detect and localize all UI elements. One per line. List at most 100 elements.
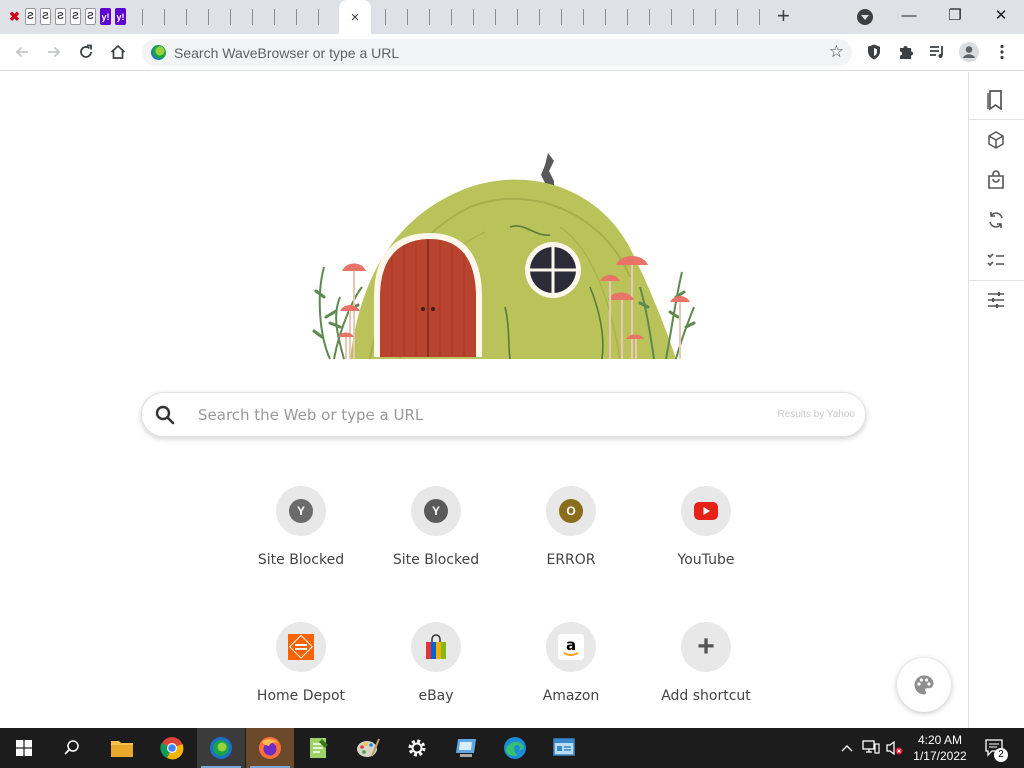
system-info-taskbar-button[interactable] xyxy=(540,728,588,768)
tab-separator xyxy=(517,9,518,25)
shortcut-tile[interactable]: Home Depot xyxy=(241,608,361,718)
web-search-input[interactable] xyxy=(198,404,758,426)
pinned-tab-favicon[interactable]: ✖ xyxy=(9,8,20,25)
wavebrowser-taskbar-button[interactable] xyxy=(197,728,245,768)
sync-icon[interactable] xyxy=(985,209,1007,231)
tab-separator xyxy=(407,9,408,25)
shortcut-icon-circle: a xyxy=(546,622,596,672)
pinned-tab-favicon[interactable]: Ƨ xyxy=(85,8,96,25)
shortcut-label: ERROR xyxy=(546,552,596,568)
tab-separator xyxy=(583,9,584,25)
side-panel-divider xyxy=(969,119,1024,120)
tab-search-icon[interactable] xyxy=(857,9,873,25)
clock[interactable]: 4:20 AM 1/17/2022 xyxy=(906,732,974,764)
show-hidden-icons-button[interactable] xyxy=(838,728,856,768)
close-window-button[interactable]: ✕ xyxy=(978,0,1024,30)
start-button[interactable] xyxy=(0,728,48,768)
pinned-tab-favicon[interactable]: y! xyxy=(100,8,111,25)
tab-separator xyxy=(605,9,606,25)
hobbit-house-illustration xyxy=(312,153,696,360)
add-shortcut-tile[interactable]: + Add shortcut xyxy=(646,608,766,718)
extensions-icon[interactable] xyxy=(893,39,919,65)
sliders-icon[interactable] xyxy=(985,289,1007,311)
restore-button[interactable]: ❐ xyxy=(932,0,978,30)
paint-palette-icon xyxy=(357,738,380,757)
back-icon[interactable] xyxy=(9,39,35,65)
wavebrowser-icon xyxy=(210,737,232,759)
chrome-taskbar-button[interactable] xyxy=(148,728,196,768)
shortcut-tile[interactable]: a Amazon xyxy=(511,608,631,718)
web-search-bar[interactable]: Results by Yahoo xyxy=(141,392,866,437)
package-icon[interactable] xyxy=(985,129,1007,151)
minimize-button[interactable]: — xyxy=(886,0,932,30)
control-panel-taskbar-button[interactable] xyxy=(442,728,490,768)
search-icon xyxy=(64,740,79,755)
file-explorer-taskbar-button[interactable] xyxy=(98,728,146,768)
address-bar-placeholder: Search WaveBrowser or type a URL xyxy=(174,45,400,61)
site-letter-icon: Y xyxy=(289,499,313,523)
profile-icon[interactable] xyxy=(956,39,982,65)
pinned-tab-favicon[interactable]: Ƨ xyxy=(55,8,66,25)
action-center-button[interactable]: 2 xyxy=(980,728,1010,768)
tab-separator xyxy=(759,9,760,25)
pinned-tab-favicon[interactable]: y! xyxy=(115,8,126,25)
window-info-icon xyxy=(553,738,575,756)
search-icon[interactable] xyxy=(154,404,176,426)
pinned-tab-favicon[interactable]: Ƨ xyxy=(25,8,36,25)
shield-icon[interactable] xyxy=(861,39,887,65)
side-panel xyxy=(968,72,1024,728)
shopping-bag-icon[interactable] xyxy=(985,169,1007,191)
volume-button[interactable] xyxy=(884,728,906,768)
shortcut-icon-circle: + xyxy=(681,622,731,672)
amazon-letter-icon: a xyxy=(566,636,576,654)
home-depot-icon xyxy=(288,634,314,660)
home-icon[interactable] xyxy=(105,39,131,65)
firefox-taskbar-button[interactable] xyxy=(246,728,294,768)
checklist-icon[interactable] xyxy=(985,249,1007,271)
chrome-icon xyxy=(160,737,184,760)
youtube-icon xyxy=(694,502,718,520)
shortcut-tile[interactable]: YouTube xyxy=(646,472,766,582)
shortcut-icon-circle xyxy=(276,622,326,672)
taskbar-search-button[interactable] xyxy=(48,728,96,768)
tab-separator xyxy=(164,9,165,25)
customize-button[interactable] xyxy=(897,658,951,712)
tab-separator xyxy=(495,9,496,25)
notification-count-badge: 2 xyxy=(994,748,1008,762)
active-tab[interactable]: × xyxy=(339,0,371,34)
tab-separator xyxy=(274,9,275,25)
shortcut-tile[interactable]: O ERROR xyxy=(511,472,631,582)
volume-muted-icon xyxy=(886,740,903,756)
pinned-tab-favicon[interactable]: Ƨ xyxy=(40,8,51,25)
reload-icon[interactable] xyxy=(73,39,99,65)
tab-separator xyxy=(627,9,628,25)
pinned-tab-favicon[interactable]: Ƨ xyxy=(70,8,81,25)
shortcut-label: eBay xyxy=(418,688,454,704)
notepad-taskbar-button[interactable] xyxy=(295,728,343,768)
close-tab-icon[interactable]: × xyxy=(351,9,360,26)
network-button[interactable] xyxy=(860,728,882,768)
forward-icon[interactable] xyxy=(41,39,67,65)
bookmark-star-icon[interactable]: ☆ xyxy=(829,42,844,62)
tab-separator xyxy=(737,9,738,25)
paint-taskbar-button[interactable] xyxy=(344,728,392,768)
shortcut-tile[interactable]: eBay xyxy=(376,608,496,718)
media-playlist-icon[interactable] xyxy=(924,39,950,65)
address-bar[interactable]: Search WaveBrowser or type a URL ☆ xyxy=(142,39,852,66)
chevron-up-icon xyxy=(841,745,853,752)
tab-separator xyxy=(715,9,716,25)
new-tab-button[interactable]: + xyxy=(777,5,790,27)
folder-icon xyxy=(111,741,133,757)
shortcut-label: Amazon xyxy=(542,688,600,704)
edge-taskbar-button[interactable] xyxy=(491,728,539,768)
settings-taskbar-button[interactable] xyxy=(393,728,441,768)
shortcut-tile[interactable]: Y Site Blocked xyxy=(376,472,496,582)
shortcut-icon-circle xyxy=(681,486,731,536)
side-panel-divider xyxy=(969,280,1024,281)
tab-separator xyxy=(252,9,253,25)
shortcut-tile[interactable]: Y Site Blocked xyxy=(241,472,361,582)
shortcut-label: Add shortcut xyxy=(661,688,751,704)
menu-icon[interactable] xyxy=(989,39,1015,65)
search-attribution: Results by Yahoo xyxy=(777,409,855,420)
bookmarks-icon[interactable] xyxy=(985,89,1007,111)
